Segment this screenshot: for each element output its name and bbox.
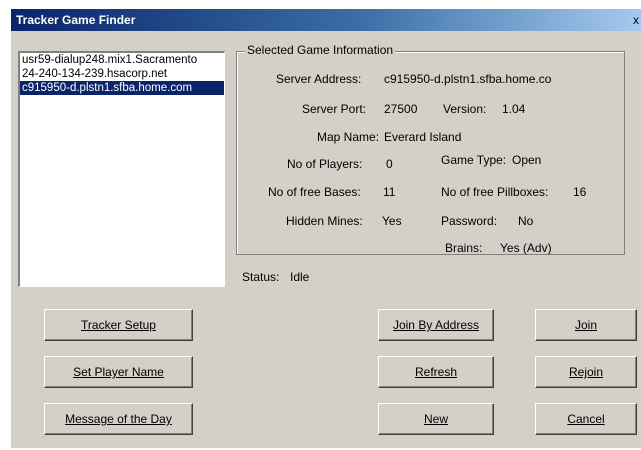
game-type-value: Open: [512, 153, 542, 167]
refresh-button-label: Refresh: [414, 365, 458, 379]
set-player-name-button-label: Set Player Name: [73, 365, 164, 379]
server-port-label: Server Port:: [302, 102, 367, 116]
status-value: Idle: [290, 270, 310, 284]
free-bases-label: No of free Bases:: [268, 185, 361, 199]
new-button[interactable]: New: [378, 403, 494, 435]
cancel-button[interactable]: Cancel: [535, 403, 637, 435]
cancel-button-label: Cancel: [567, 412, 605, 426]
server-list-item[interactable]: 24-240-134-239.hsacorp.net: [20, 67, 224, 81]
server-list-item-selected[interactable]: c915950-d.plstn1.sfba.home.com: [20, 81, 224, 95]
map-name-value: Everard Island: [384, 130, 462, 144]
free-pillboxes-label: No of free Pillboxes:: [441, 185, 549, 199]
server-list[interactable]: usr59-dialup248.mix1.Sacramento 24-240-1…: [18, 51, 225, 287]
game-type-label: Game Type:: [441, 153, 507, 167]
server-port-value: 27500: [384, 102, 418, 116]
set-player-name-button[interactable]: Set Player Name: [44, 356, 193, 388]
brains-label: Brains:: [445, 241, 483, 255]
server-address-label: Server Address:: [276, 72, 362, 86]
password-value: No: [518, 214, 534, 228]
new-button-label: New: [423, 412, 448, 426]
join-by-address-button[interactable]: Join By Address: [378, 309, 494, 341]
map-name-label: Map Name:: [317, 130, 380, 144]
close-button[interactable]: x: [630, 12, 641, 28]
title-bar[interactable]: Tracker Game Finder x: [11, 9, 641, 31]
hidden-mines-label: Hidden Mines:: [286, 214, 363, 228]
refresh-button[interactable]: Refresh: [378, 356, 494, 388]
players-value: 0: [386, 157, 393, 171]
status-label: Status:: [242, 270, 280, 284]
join-button-label: Join: [574, 318, 597, 332]
free-bases-value: 11: [383, 185, 396, 199]
players-label: No of Players:: [287, 157, 363, 171]
group-legend: Selected Game Information: [245, 43, 396, 57]
free-pillboxes-value: 16: [573, 185, 587, 199]
server-address-value: c915950-d.plstn1.sfba.home.co: [384, 72, 552, 86]
version-label: Version:: [443, 102, 487, 116]
message-of-the-day-button-label: Message of the Day: [65, 412, 172, 426]
join-button[interactable]: Join: [535, 309, 637, 341]
server-list-item[interactable]: usr59-dialup248.mix1.Sacramento: [20, 53, 224, 67]
window-title: Tracker Game Finder: [16, 13, 136, 27]
hidden-mines-value: Yes: [382, 214, 402, 228]
version-value: 1.04: [502, 102, 526, 116]
tracker-setup-button[interactable]: Tracker Setup: [44, 309, 193, 341]
tracker-setup-button-label: Tracker Setup: [81, 318, 156, 332]
message-of-the-day-button[interactable]: Message of the Day: [44, 403, 193, 435]
brains-value: Yes (Adv): [500, 241, 552, 255]
rejoin-button-label: Rejoin: [568, 365, 604, 379]
password-label: Password:: [441, 214, 498, 228]
join-by-address-button-label: Join By Address: [392, 318, 480, 332]
rejoin-button[interactable]: Rejoin: [535, 356, 637, 388]
